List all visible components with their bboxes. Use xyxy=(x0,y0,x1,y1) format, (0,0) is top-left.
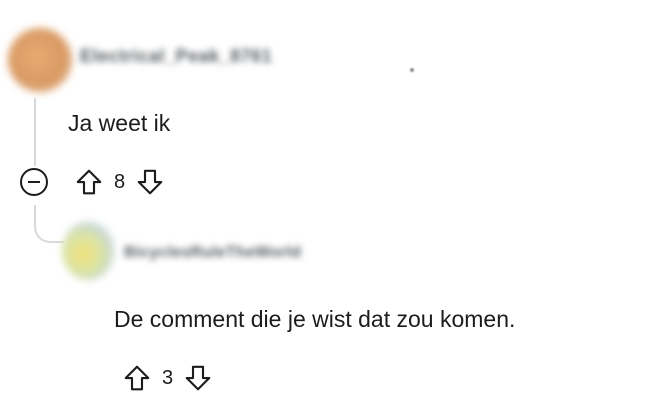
minus-icon xyxy=(28,181,40,183)
vote-bar: 3 xyxy=(120,361,215,395)
separator-dot xyxy=(410,68,414,72)
arrow-up-icon xyxy=(124,365,150,391)
avatar[interactable] xyxy=(62,222,114,280)
arrow-up-icon xyxy=(76,169,102,195)
thread-line xyxy=(34,98,36,166)
vote-bar: 8 xyxy=(72,165,167,199)
arrow-down-icon xyxy=(185,365,211,391)
upvote-button[interactable] xyxy=(120,361,154,395)
comment-body: Ja weet ik xyxy=(68,110,171,136)
comment-author[interactable]: BicyclesRuleTheWorld xyxy=(124,244,301,262)
upvote-button[interactable] xyxy=(72,165,106,199)
comment-author[interactable]: Electrical_Peak_8761 xyxy=(80,46,272,67)
comment-body: De comment die je wist dat zou komen. xyxy=(114,306,516,332)
collapse-thread-button[interactable] xyxy=(20,168,48,196)
downvote-button[interactable] xyxy=(133,165,167,199)
vote-score: 3 xyxy=(162,366,174,389)
downvote-button[interactable] xyxy=(181,361,215,395)
vote-score: 8 xyxy=(114,170,126,193)
comment-thread: Electrical_Peak_8761 Ja weet ik 8 Bicycl… xyxy=(0,0,646,420)
reply-thread-connector xyxy=(34,205,64,243)
avatar[interactable] xyxy=(8,28,72,92)
arrow-down-icon xyxy=(137,169,163,195)
